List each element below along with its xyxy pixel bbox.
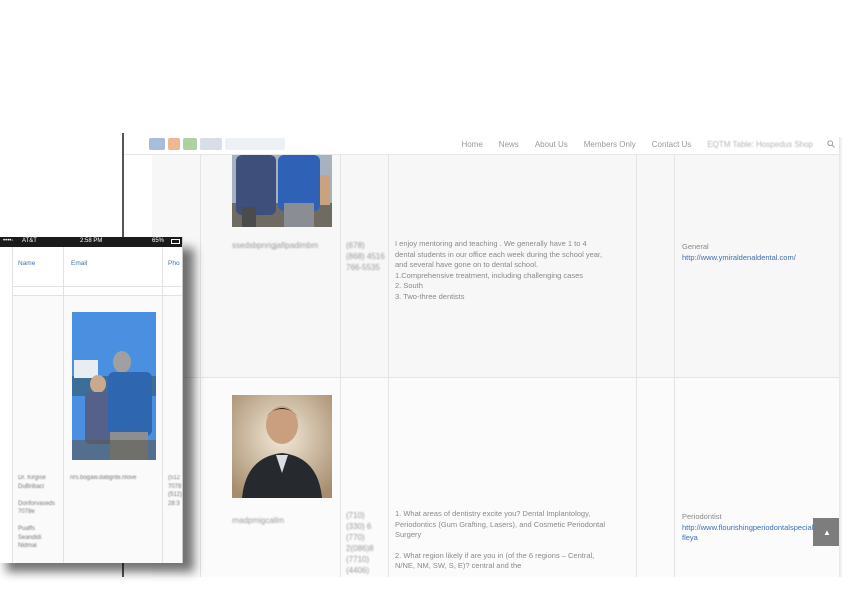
member-answers-1: I enjoy mentoring and teaching . We gene… — [395, 239, 602, 303]
answer-line: dental students in our office each week … — [395, 249, 603, 259]
site-header: Home News About Us Members Only Contact … — [124, 133, 839, 155]
col-divider — [674, 155, 675, 577]
col-header-name[interactable]: Name — [18, 260, 35, 267]
col-header-phone[interactable]: Pho — [168, 260, 180, 267]
answer-line: I enjoy mentoring and teaching . We gene… — [395, 239, 587, 248]
row-divider — [152, 377, 839, 378]
mobile-member-name: Dr. Kirgise DuBribaci Donforvaseds 7078e… — [18, 475, 56, 549]
chevron-up-icon: ▲ — [823, 527, 831, 537]
answer-line: N/NE, NM, SW, S, E)? central and the — [395, 561, 522, 571]
phone-screenshot: ••••◦ AT&T 2:58 PM 65% Name Email Pho Dr… — [0, 237, 183, 563]
answer-line: 1.Comprehensive treatment, including cha… — [395, 270, 584, 280]
member-website-2[interactable]: http://www.flourishingperiodontalspecial… — [682, 523, 821, 543]
member-phone-2: (710) (330) 6 (770) 2(086)8 (7710) (4406… — [346, 511, 374, 575]
mobile-member-phone: (512 7078 (512) 28:3 — [168, 475, 183, 507]
col-divider — [636, 155, 637, 577]
battery-icon — [171, 239, 180, 244]
answer-line: and several have gone on to dental schoo… — [395, 260, 539, 270]
col-divider — [388, 155, 389, 577]
answer-line: 1. What areas of dentistry excite you? D… — [395, 509, 591, 518]
nav-contact-us[interactable]: Contact Us — [644, 140, 700, 149]
member-photo-mobile — [72, 312, 156, 460]
status-bar: ••••◦ AT&T 2:58 PM 65% — [0, 237, 182, 247]
mobile-member-email: nrs.bogaw.dabgnbi.nlove — [70, 475, 137, 481]
col-divider — [340, 155, 341, 577]
member-photo-1 — [232, 155, 332, 227]
battery-percent: 65% — [152, 238, 165, 244]
col-divider — [12, 295, 13, 563]
answer-line: Periodontics (Gum Grafting, Lasers), and… — [395, 519, 606, 529]
member-category-2: Periodontist — [682, 512, 722, 521]
carrier-label: AT&T — [22, 238, 37, 244]
row-divider — [12, 295, 182, 296]
nav-news[interactable]: News — [491, 140, 527, 149]
answer-line: Surgery — [395, 530, 422, 540]
member-photo-2 — [232, 395, 332, 498]
main-nav: Home News About Us Members Only Contact … — [453, 133, 839, 155]
scroll-to-top-button[interactable]: ▲ — [813, 518, 839, 546]
col-divider — [63, 295, 64, 563]
member-name-1: ssedsbpnrigjafipadimbm — [232, 241, 319, 250]
clock: 2:58 PM — [80, 238, 103, 244]
members-table: ssedsbpnrigjafipadimbm (678) (868) 4516 … — [152, 155, 839, 577]
member-phone-1: (678) (868) 4516 766-5535 — [346, 241, 385, 272]
answer-line: 2. What region likely if are you in (of … — [395, 550, 595, 560]
search-icon[interactable] — [821, 133, 839, 155]
member-name-2: rnadpmigcallm — [232, 516, 285, 525]
header-divider — [12, 286, 182, 287]
nav-blurred-item[interactable]: EQTM Table: Hospedus Shop — [699, 140, 821, 149]
signal-icon: ••••◦ — [3, 238, 14, 244]
answer-line: 3. Two-three dentists — [395, 291, 465, 301]
answer-line: 2. South — [395, 281, 423, 291]
col-divider — [162, 295, 163, 563]
nav-home[interactable]: Home — [453, 140, 490, 149]
nav-members-only[interactable]: Members Only — [576, 140, 644, 149]
col-header-email[interactable]: Email — [71, 260, 87, 267]
desktop-screenshot: Home News About Us Members Only Contact … — [122, 133, 839, 577]
site-logo[interactable] — [149, 135, 331, 153]
nav-about-us[interactable]: About Us — [527, 140, 576, 149]
member-answers-2: 1. What areas of dentistry excite you? D… — [395, 509, 605, 572]
col-divider — [200, 155, 201, 577]
answer-line — [395, 541, 605, 551]
member-category-1: General — [682, 242, 709, 251]
member-website-1[interactable]: http://www.ymiraldenaldental.com/ — [682, 253, 796, 263]
